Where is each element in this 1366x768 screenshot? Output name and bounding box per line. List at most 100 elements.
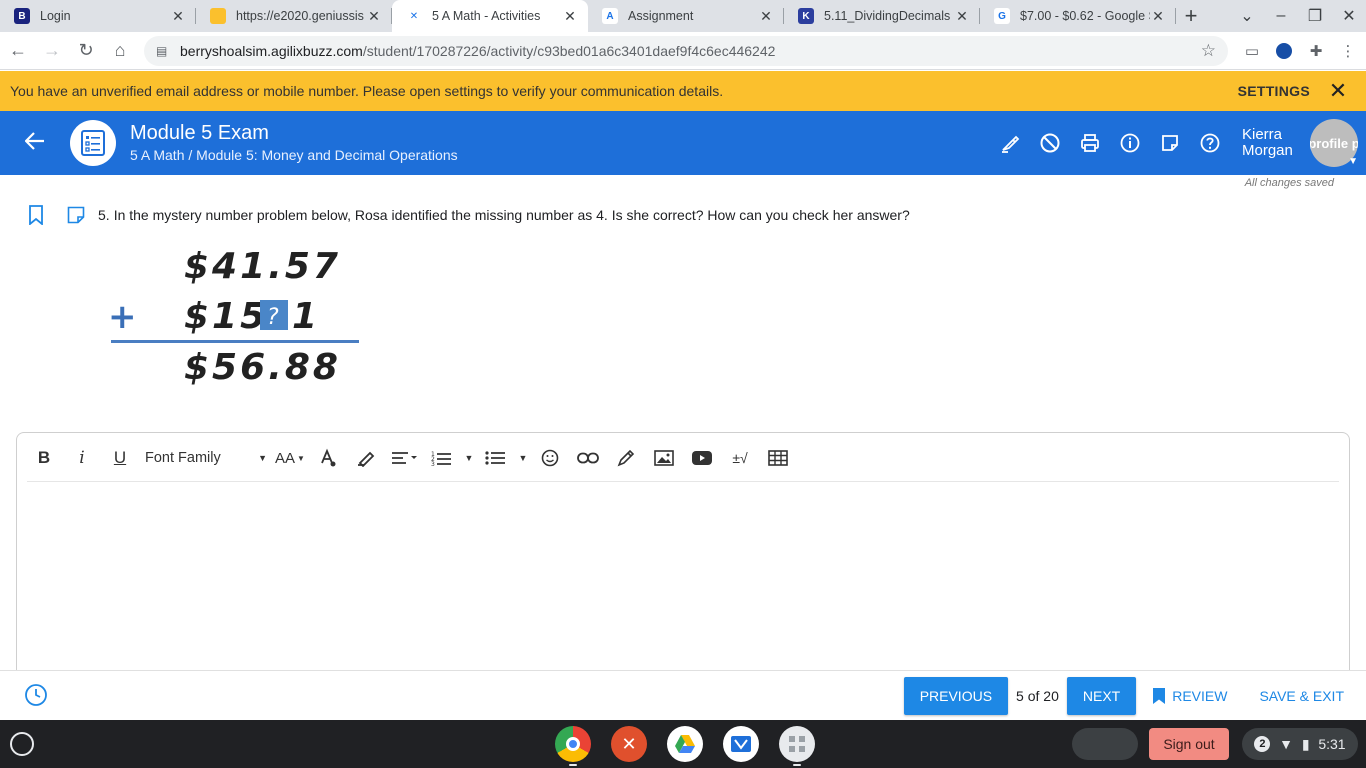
restore-icon[interactable]: ❐ — [1298, 6, 1332, 26]
tab-close-icon[interactable]: ✕ — [366, 8, 382, 25]
bullet-list-caret-icon[interactable]: ▼ — [515, 442, 531, 474]
review-button[interactable]: REVIEW — [1152, 687, 1227, 705]
header-back-arrow-icon[interactable] — [0, 130, 70, 156]
italic-button[interactable]: i — [63, 442, 101, 474]
tab-close-icon[interactable]: ✕ — [758, 8, 774, 25]
sign-out-button[interactable]: Sign out — [1149, 728, 1229, 760]
editor-content-area[interactable] — [17, 485, 1349, 682]
browser-tab[interactable]: ✕ 5 A Math - Activities ✕ — [392, 0, 588, 32]
question-note-icon[interactable] — [66, 204, 86, 226]
page-title: Module 5 Exam — [130, 122, 269, 144]
site-info-icon[interactable]: ▤ — [156, 44, 170, 58]
new-tab-button[interactable]: + — [1176, 0, 1206, 32]
browser-tab[interactable]: B Login ✕ — [0, 0, 196, 32]
previous-button[interactable]: PREVIOUS — [903, 676, 1009, 715]
browser-toolbar: ← → ↻ ⌂ ▤ berryshoalsim.agilixbuzz.com/s… — [0, 32, 1366, 70]
tab-favicon-icon: B — [14, 8, 30, 24]
tab-close-icon[interactable]: ✕ — [1150, 8, 1166, 25]
window-close-icon[interactable]: ✕ — [1332, 6, 1366, 26]
google-drive-icon[interactable] — [667, 726, 703, 762]
user-name[interactable]: Kierra Morgan — [1242, 127, 1306, 159]
bookmark-icon[interactable] — [26, 204, 46, 226]
puzzle-extensions-icon[interactable]: ✚ — [1300, 35, 1332, 67]
ordered-list-icon[interactable]: 123 — [423, 442, 461, 474]
print-icon[interactable] — [1070, 123, 1110, 163]
tote-thumbnails[interactable] — [1072, 728, 1138, 760]
user-last-name: Morgan — [1242, 142, 1293, 159]
align-icon[interactable] — [385, 442, 423, 474]
tab-close-icon[interactable]: ✕ — [954, 8, 970, 25]
addend-1: $41.57 — [184, 246, 341, 287]
tab-favicon-icon — [210, 8, 226, 24]
browser-tab[interactable]: G $7.00 - $0.62 - Google S ✕ — [980, 0, 1176, 32]
formula-icon[interactable]: ±√ — [721, 442, 759, 474]
tab-title: 5 A Math - Activities — [432, 9, 541, 23]
addend-2-suffix: 1 — [292, 296, 317, 337]
status-tray[interactable]: 2 ▼ ▮ 5:31 — [1242, 728, 1358, 760]
sum-result: $56.88 — [184, 347, 341, 388]
banner-settings-link[interactable]: SETTINGS — [1238, 83, 1310, 99]
background-color-icon[interactable] — [347, 442, 385, 474]
emoji-icon[interactable] — [531, 442, 569, 474]
avatar-alt-text: profile p — [1310, 135, 1358, 151]
tab-title: Login — [40, 9, 71, 23]
banner-close-icon[interactable]: ✕ — [1310, 78, 1366, 104]
back-arrow-icon[interactable]: ← — [2, 35, 34, 67]
user-first-name: Kierra — [1242, 126, 1283, 143]
browser-menu-icon[interactable]: ⋮ — [1332, 35, 1364, 67]
reload-icon[interactable]: ↻ — [70, 35, 102, 67]
tab-close-icon[interactable]: ✕ — [170, 8, 186, 25]
question-text: In the mystery number problem below, Ros… — [113, 207, 910, 223]
next-button[interactable]: NEXT — [1066, 676, 1137, 715]
insert-video-icon[interactable] — [683, 442, 721, 474]
help-icon[interactable] — [1190, 123, 1230, 163]
underline-label: U — [113, 448, 127, 467]
font-size-button[interactable]: AA ▼ — [271, 442, 309, 474]
highlighter-icon[interactable] — [990, 123, 1030, 163]
clock-time: 5:31 — [1318, 736, 1346, 752]
app-grid-icon[interactable] — [779, 726, 815, 766]
browser-tab[interactable]: A Assignment ✕ — [588, 0, 784, 32]
tab-favicon-icon: A — [602, 8, 618, 24]
insert-link-icon[interactable] — [569, 442, 607, 474]
minimize-icon[interactable]: – — [1264, 7, 1298, 25]
answer-eliminator-icon[interactable] — [1030, 123, 1070, 163]
editor-toolbar: B i U Font Family ▼ AA ▼ 123 ▼ ▼ ±√ — [17, 433, 1349, 483]
insert-image-icon[interactable] — [645, 442, 683, 474]
forward-arrow-icon[interactable]: → — [36, 35, 68, 67]
insert-table-icon[interactable] — [759, 442, 797, 474]
cast-icon[interactable]: ▭ — [1236, 35, 1268, 67]
pinned-apps: ✕ — [555, 726, 835, 766]
sum-line — [111, 340, 359, 343]
launcher-icon[interactable] — [10, 732, 34, 756]
ordered-list-caret-icon[interactable]: ▼ — [461, 442, 477, 474]
info-icon[interactable] — [1110, 123, 1150, 163]
notes-icon[interactable] — [1150, 123, 1190, 163]
drawing-icon[interactable] — [607, 442, 645, 474]
wifi-icon: ▼ — [1279, 736, 1294, 752]
bold-button[interactable]: B — [25, 442, 63, 474]
browser-tab[interactable]: https://e2020.geniussis ✕ — [196, 0, 392, 32]
italic-label: i — [79, 448, 85, 468]
font-family-select[interactable]: Font Family ▼ — [139, 442, 271, 474]
tab-close-icon[interactable]: ✕ — [562, 8, 578, 25]
underline-button[interactable]: U — [101, 442, 139, 474]
tab-search-icon[interactable]: ⌄ — [1230, 6, 1264, 26]
remote-desktop-icon[interactable]: ✕ — [611, 726, 647, 762]
bookmark-star-icon[interactable]: ☆ — [1201, 41, 1216, 61]
home-icon[interactable]: ⌂ — [104, 35, 136, 67]
timer-clock-icon[interactable] — [24, 683, 50, 709]
extension-icon[interactable] — [1268, 35, 1300, 67]
tab-favicon-icon: G — [994, 8, 1010, 24]
browser-tab[interactable]: K 5.11_DividingDecimals ✕ — [784, 0, 980, 32]
address-bar[interactable]: ▤ berryshoalsim.agilixbuzz.com/student/1… — [144, 35, 1228, 66]
save-exit-button[interactable]: SAVE & EXIT — [1259, 688, 1344, 704]
text-color-icon[interactable] — [309, 442, 347, 474]
chrome-icon[interactable] — [555, 726, 591, 766]
question-row: 5. In the mystery number problem below, … — [26, 204, 910, 226]
user-menu-caret-icon[interactable]: ▼ — [1348, 156, 1358, 167]
save-status: All changes saved — [1244, 177, 1334, 189]
font-family-label: Font Family — [145, 450, 221, 466]
bullet-list-icon[interactable] — [477, 442, 515, 474]
classroom-app-icon[interactable] — [723, 726, 759, 762]
